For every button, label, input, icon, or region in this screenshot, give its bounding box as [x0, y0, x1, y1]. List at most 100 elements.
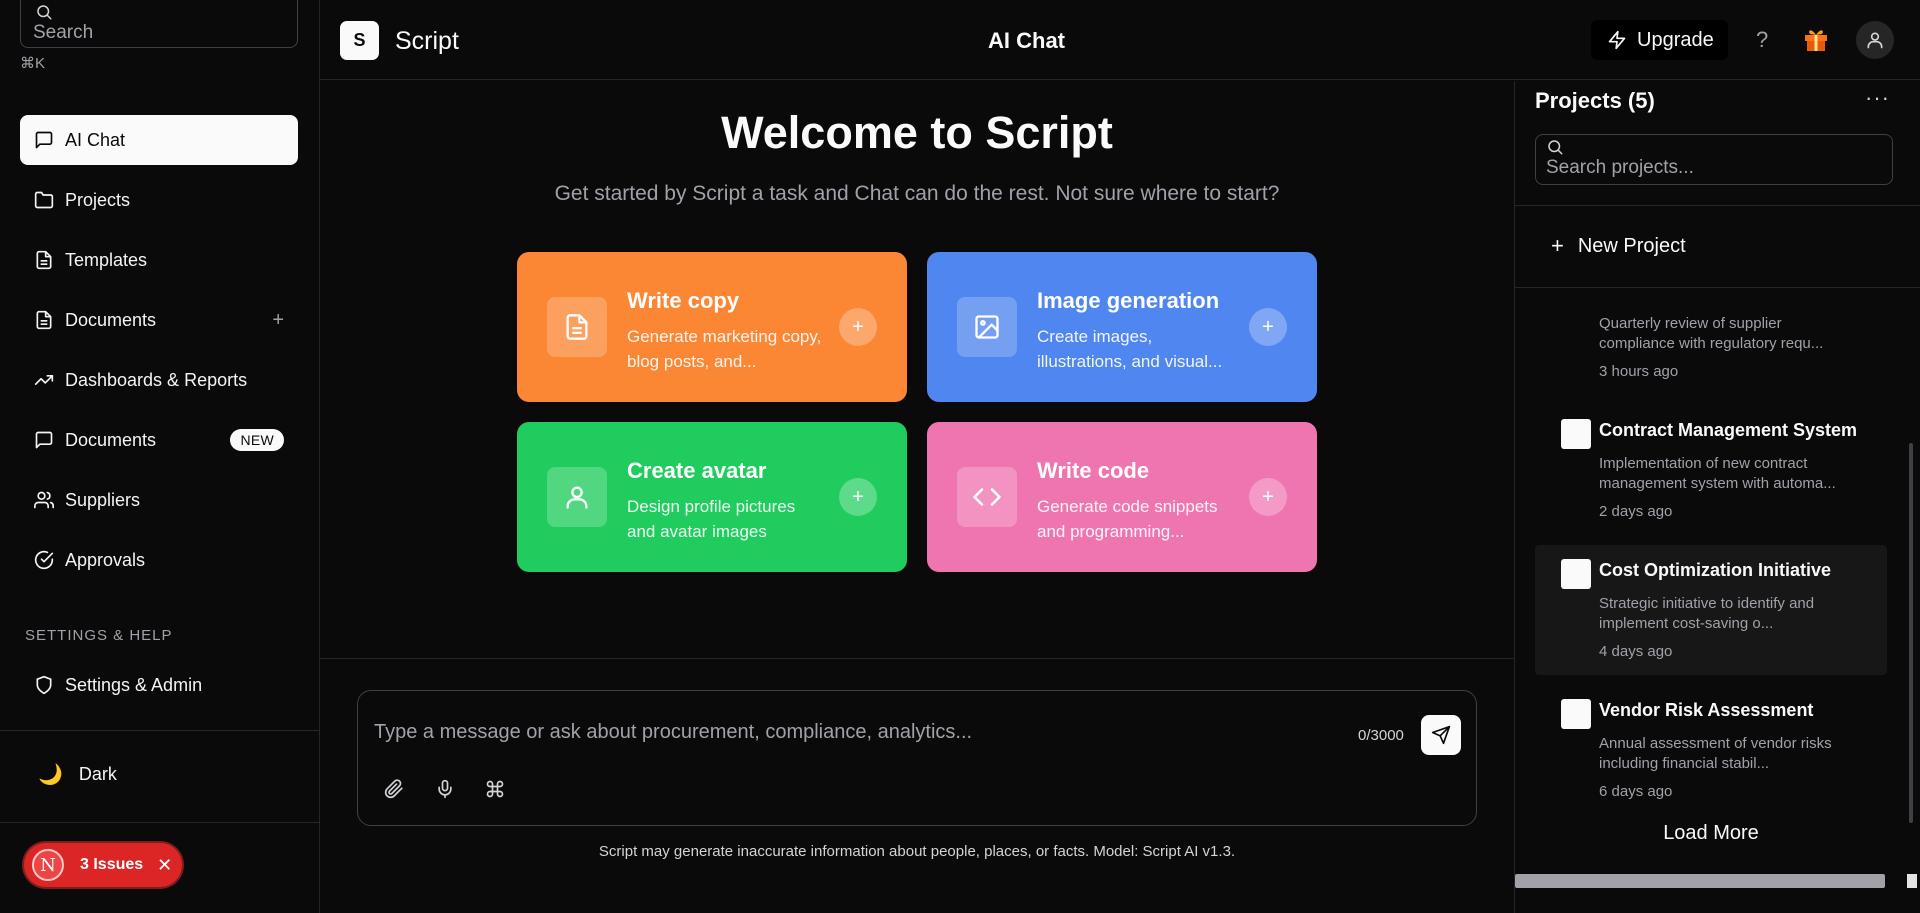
projects-search-input[interactable]: Search projects... [1535, 134, 1893, 185]
sidebar-item-projects[interactable]: Projects [20, 175, 298, 225]
sidebar-item-settings-admin[interactable]: Settings & Admin [20, 660, 298, 710]
horizontal-scrollbar[interactable] [1515, 872, 1920, 890]
project-item[interactable]: Contract Management System Implementatio… [1535, 405, 1887, 535]
sidebar-item-label: Projects [65, 189, 131, 210]
card-image-generation[interactable]: Image generation Create images, illustra… [927, 252, 1317, 402]
card-write-copy[interactable]: Write copy Generate marketing copy, blog… [517, 252, 907, 402]
sidebar-item-approvals[interactable]: Approvals [20, 535, 298, 585]
scroll-right-arrow[interactable] [1907, 874, 1917, 888]
app-logo: S [340, 21, 379, 60]
user-avatar-button[interactable] [1856, 21, 1894, 59]
card-add-button[interactable]: + [1249, 478, 1287, 516]
new-badge: NEW [230, 429, 284, 451]
search-icon [37, 5, 52, 20]
project-time: 4 days ago [1599, 643, 1673, 660]
sidebar-item-documents-new[interactable]: Documents NEW [20, 415, 298, 465]
chat-main: Welcome to Script Get started by Script … [320, 81, 1514, 913]
card-create-avatar[interactable]: Create avatar Design profile pictures an… [517, 422, 907, 572]
project-description: Strategic initiative to identify and imp… [1599, 595, 1815, 632]
project-list: Quarterly review of supplier compliance … [1515, 288, 1920, 848]
project-time: 2 days ago [1599, 503, 1673, 520]
project-title: Cost Optimization Initiative [1599, 560, 1832, 580]
card-add-button[interactable]: + [839, 478, 877, 516]
sidebar-item-label: Approvals [65, 549, 146, 570]
scrollbar-thumb[interactable] [1909, 443, 1913, 823]
trending-up-icon [34, 375, 54, 385]
sidebar-item-templates[interactable]: Templates [20, 235, 298, 285]
check-circle-icon [34, 550, 54, 570]
help-button[interactable]: ? [1756, 27, 1768, 53]
issues-badge[interactable]: N 3 Issues ✕ [24, 843, 182, 887]
user-icon [1867, 32, 1883, 49]
sidebar-item-label: Settings & Admin [65, 674, 203, 695]
gift-icon[interactable] [1804, 26, 1828, 52]
project-item[interactable]: Vendor Risk Assessment Annual assessment… [1535, 685, 1887, 815]
project-description: Implementation of new contract managemen… [1599, 455, 1836, 492]
sidebar-item-label: Suppliers [65, 489, 141, 510]
card-description: Design profile pictures and avatar image… [627, 497, 796, 541]
add-document-button[interactable]: + [272, 310, 284, 330]
message-square-icon [35, 431, 53, 449]
folder-icon [34, 191, 54, 209]
card-title: Write code [1037, 458, 1150, 483]
project-title: Vendor Risk Assessment [1599, 700, 1814, 720]
character-counter: 0/3000 [1358, 727, 1404, 744]
microphone-icon[interactable] [435, 779, 455, 799]
more-options-button[interactable]: ··· [1865, 85, 1890, 111]
paperclip-icon[interactable] [384, 779, 404, 799]
sidebar-item-documents[interactable]: Documents + [20, 295, 298, 345]
composer-divider [320, 658, 1514, 659]
settings-section-label: SETTINGS & HELP [25, 627, 173, 644]
vertical-scrollbar[interactable] [1907, 288, 1917, 828]
message-composer[interactable]: Type a message or ask about procurement,… [357, 690, 1477, 826]
scrollbar-thumb[interactable] [1515, 874, 1885, 888]
upgrade-button[interactable]: Upgrade [1591, 20, 1728, 60]
sidebar-item-suppliers[interactable]: Suppliers [20, 475, 298, 525]
sidebar-item-dashboards-reports[interactable]: Dashboards & Reports [20, 355, 298, 405]
app-window: Search ⌘K AI Chat Projects Templates Doc… [0, 0, 1920, 913]
project-time: 3 hours ago [1599, 363, 1679, 380]
project-item[interactable]: Quarterly review of supplier compliance … [1535, 288, 1887, 395]
sidebar-item-label: Templates [65, 249, 148, 270]
plus-icon: + [1551, 233, 1564, 258]
theme-toggle[interactable]: 🌙 Dark [38, 762, 117, 787]
card-title: Image generation [1037, 288, 1220, 313]
lightning-icon [1608, 30, 1626, 50]
card-add-button[interactable]: + [1249, 308, 1287, 346]
issues-count: 3 Issues [80, 856, 144, 873]
project-checkbox[interactable] [1561, 699, 1591, 729]
user-icon [547, 467, 607, 527]
project-checkbox[interactable] [1561, 559, 1591, 589]
sidebar-divider [0, 730, 320, 731]
moon-icon: 🌙 [38, 764, 63, 786]
brand-name: Script [395, 27, 459, 55]
command-icon[interactable] [485, 779, 505, 799]
message-square-icon [35, 131, 53, 149]
projects-title: Projects (5) [1535, 88, 1655, 113]
send-button[interactable] [1421, 715, 1461, 755]
upgrade-label: Upgrade [1637, 28, 1714, 51]
file-text-icon [547, 297, 607, 357]
project-title: Contract Management System [1599, 420, 1858, 440]
top-header: S Script AI Chat Upgrade ? [320, 0, 1920, 80]
new-project-button[interactable]: + New Project [1551, 233, 1686, 259]
message-input[interactable]: Type a message or ask about procurement,… [374, 721, 972, 744]
project-checkbox[interactable] [1561, 419, 1591, 449]
theme-label: Dark [78, 764, 117, 784]
card-title: Create avatar [627, 458, 767, 483]
card-add-button[interactable]: + [839, 308, 877, 346]
welcome-subtitle: Get started by Script a task and Chat ca… [554, 182, 1280, 205]
sidebar-nav: AI Chat Projects Templates Documents + D… [20, 115, 298, 595]
close-icon[interactable]: ✕ [157, 855, 172, 876]
card-write-code[interactable]: Write code Generate code snippets and pr… [927, 422, 1317, 572]
card-title: Write copy [627, 288, 740, 313]
image-icon [957, 297, 1017, 357]
project-time: 6 days ago [1599, 783, 1673, 800]
file-text-icon [36, 310, 52, 330]
load-more-button[interactable]: Load More [1515, 822, 1907, 845]
sidebar-divider [0, 822, 320, 823]
sidebar-item-ai-chat[interactable]: AI Chat [20, 115, 298, 165]
card-description: Generate code snippets and programming..… [1037, 497, 1218, 541]
project-item[interactable]: Cost Optimization Initiative Strategic i… [1535, 545, 1887, 675]
sidebar-search-input[interactable]: Search [20, 0, 298, 48]
